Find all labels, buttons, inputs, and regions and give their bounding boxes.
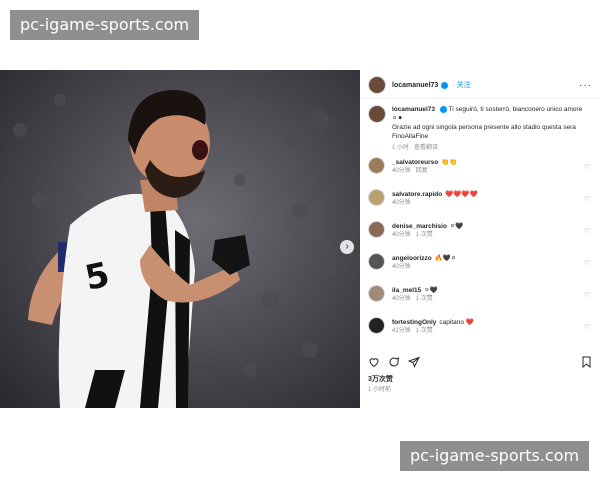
reply-link[interactable]: 1 次赞: [416, 296, 433, 302]
post-timestamp: 1 小时前: [368, 387, 392, 393]
list-item: fortestingOnly capitano ❤️ 41分钟 1 次赞 ♡: [368, 317, 592, 349]
comment-username[interactable]: ila_mel15: [392, 287, 421, 294]
watermark-top: pc-igame-sports.com: [10, 10, 200, 40]
post-username[interactable]: locamanuel73: [392, 82, 438, 89]
like-heart-icon[interactable]: ♡: [584, 195, 590, 203]
list-item: ila_mel15 ⚪🖤 40分钟 1 次赞 ♡: [368, 285, 592, 317]
comment-text: capitano ❤️: [439, 319, 474, 326]
reply-link[interactable]: 回复: [416, 168, 428, 174]
comment-username[interactable]: angeloorizzo: [392, 255, 432, 262]
list-item: salvatore.rapido ❤️❤️❤️❤️ 40分钟 ♡: [368, 189, 592, 221]
reply-link[interactable]: 1 次赞: [416, 232, 433, 238]
watermark-bottom: pc-igame-sports.com: [400, 441, 590, 471]
comment-text: 👏👏: [441, 159, 458, 166]
comment-time: 40分钟: [392, 264, 411, 270]
like-heart-icon[interactable]: ♡: [584, 163, 590, 171]
caption-time: 1 小时: [392, 145, 410, 151]
instagram-post: 5 › locamanuel73 · 关注 ··· locamanuel73 T…: [0, 70, 600, 408]
post-caption: locamanuel73 Ti seguirò, ti sosterrò, bi…: [360, 99, 600, 157]
comment-username[interactable]: fortestingOnly: [392, 319, 436, 326]
like-heart-icon[interactable]: ♡: [584, 227, 590, 235]
caption-text: Ti seguirò, ti sosterrò, bianconero unic…: [448, 106, 583, 113]
comment-text: ⚪🖤: [449, 223, 464, 230]
action-bar: [368, 355, 592, 369]
like-heart-icon[interactable]: ♡: [584, 323, 590, 331]
player-photo-illustration: 5: [0, 70, 360, 408]
comment-text: ❤️❤️❤️❤️: [445, 191, 478, 198]
comment-time: 40分钟: [392, 168, 411, 174]
comment-time: 40分钟: [392, 296, 411, 302]
post-photo[interactable]: 5 ›: [0, 70, 360, 408]
comment-time: 41分钟: [392, 328, 411, 334]
like-heart-icon[interactable]: ♡: [584, 291, 590, 299]
comment-time: 40分钟: [392, 200, 411, 206]
comment-icon[interactable]: [388, 356, 400, 368]
caption-line3: FinoAllaFine: [392, 133, 429, 140]
like-count[interactable]: 3万次赞: [368, 374, 393, 384]
avatar[interactable]: [368, 317, 385, 334]
like-heart-icon[interactable]: ♡: [584, 259, 590, 267]
comment-text: ⚪🖤: [424, 287, 438, 294]
comment-username[interactable]: _salvatoreurso: [392, 159, 438, 166]
see-translation-link[interactable]: 查看翻译: [414, 145, 438, 151]
comment-list: _salvatoreurso 👏👏 40分钟 回复 ♡ salvatore.rap…: [360, 157, 600, 349]
comment-text: 🔥🖤⚪: [434, 255, 457, 262]
list-item: angeloorizzo 🔥🖤⚪ 40分钟 ♡: [368, 253, 592, 285]
verified-icon: [439, 105, 447, 113]
list-item: denise_marchisio ⚪🖤 40分钟 1 次赞 ♡: [368, 221, 592, 253]
avatar[interactable]: [368, 157, 385, 174]
post-sidebar: locamanuel73 · 关注 ··· locamanuel73 Ti se…: [360, 70, 600, 408]
avatar[interactable]: [368, 253, 385, 270]
share-icon[interactable]: [408, 356, 420, 368]
caption-username[interactable]: locamanuel73: [392, 106, 435, 113]
more-options-icon[interactable]: ···: [579, 80, 592, 91]
avatar[interactable]: [368, 76, 386, 94]
comment-username[interactable]: salvatore.rapido: [392, 191, 442, 198]
avatar[interactable]: [368, 105, 386, 123]
comment-time: 40分钟: [392, 232, 411, 238]
list-item: _salvatoreurso 👏👏 40分钟 回复 ♡: [368, 157, 592, 189]
verified-icon: [441, 81, 449, 89]
comment-username[interactable]: denise_marchisio: [392, 223, 447, 230]
reply-link[interactable]: 1 次赞: [416, 328, 433, 334]
avatar[interactable]: [368, 221, 385, 238]
heart-icon[interactable]: [368, 356, 380, 368]
bookmark-icon[interactable]: [581, 356, 592, 368]
caption-line2: Grazie ad ogni singola persona presente …: [392, 124, 576, 131]
caption-emoji: ⚪⚫: [392, 115, 403, 122]
avatar[interactable]: [368, 189, 385, 206]
avatar[interactable]: [368, 285, 385, 302]
next-arrow-icon[interactable]: ›: [340, 240, 354, 254]
post-header: locamanuel73 · 关注 ···: [360, 72, 600, 99]
follow-button[interactable]: · 关注: [452, 80, 470, 90]
